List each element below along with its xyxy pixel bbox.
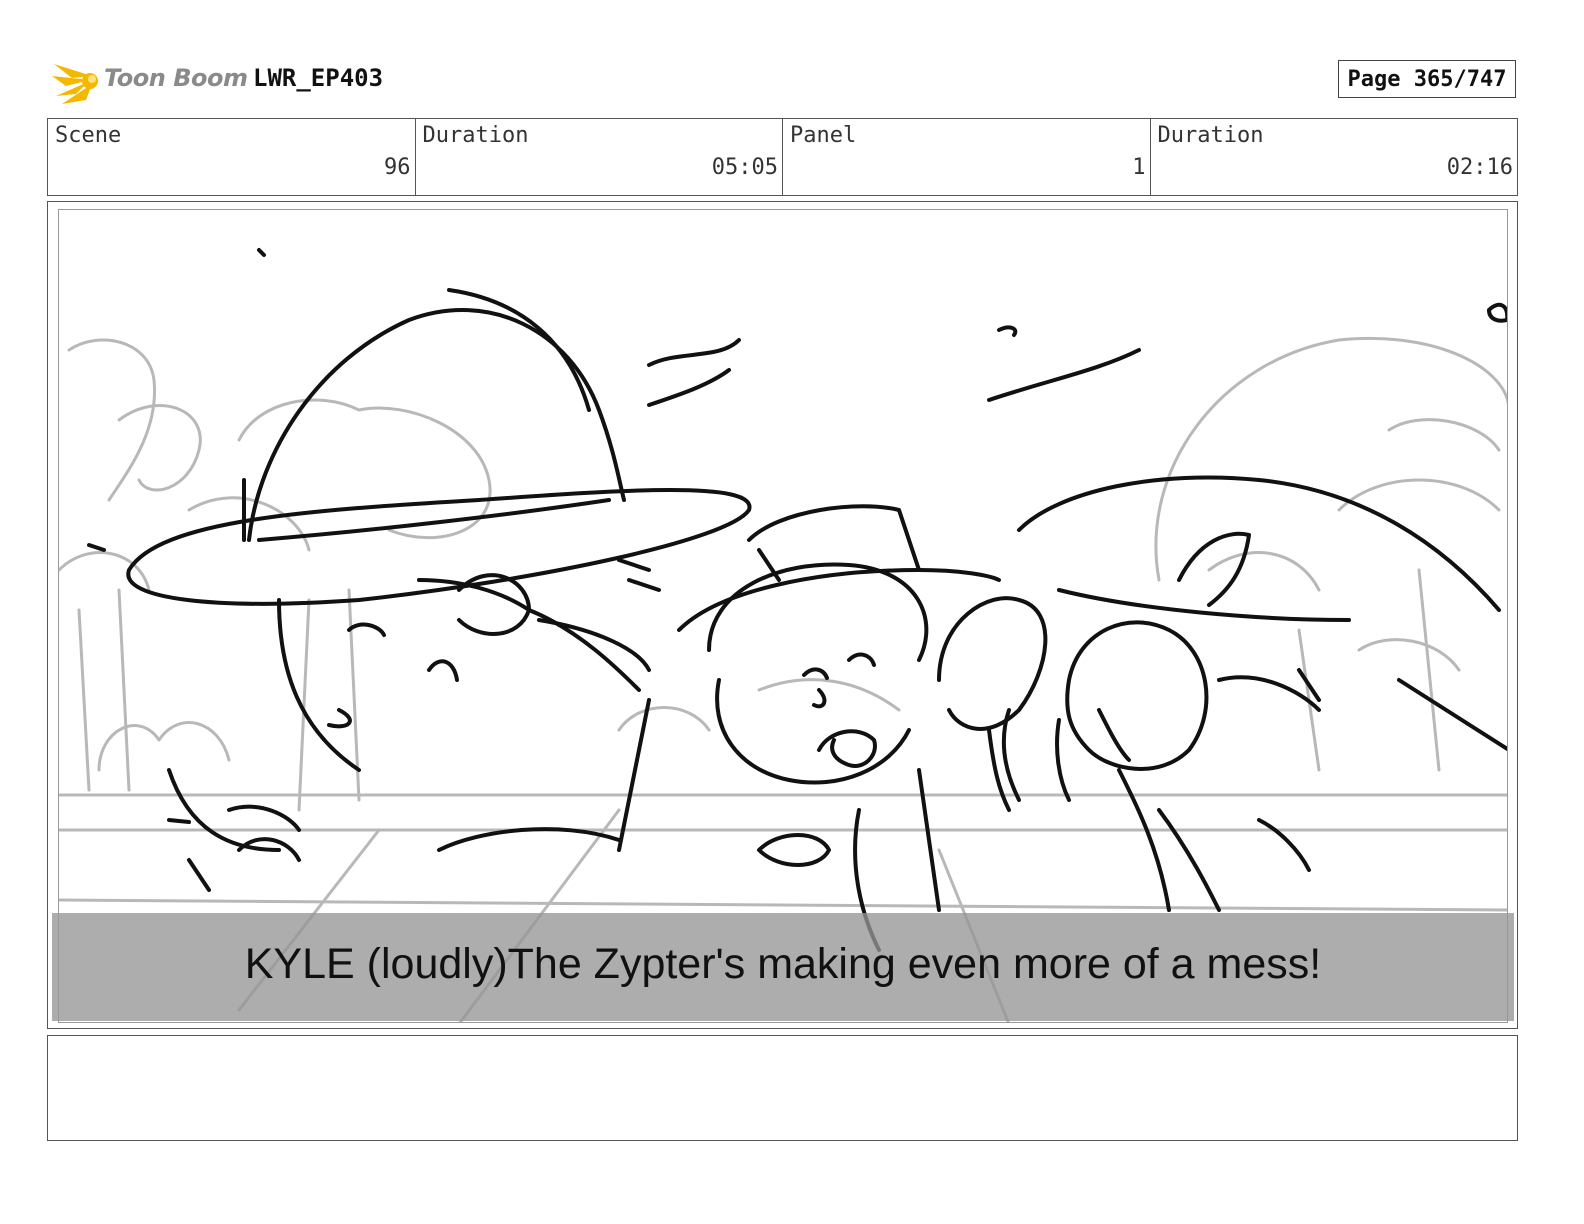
scene-duration-cell: Duration 05:05	[416, 119, 783, 195]
info-table: Scene 96 Duration 05:05 Panel 1 Duration…	[47, 118, 1518, 196]
project-title: LWR_EP403	[253, 64, 384, 92]
panel-label: Panel	[790, 123, 857, 148]
scene-duration-value: 05:05	[711, 155, 778, 180]
panel-cell: Panel 1	[783, 119, 1151, 195]
scene-cell: Scene 96	[48, 119, 416, 195]
panel-duration-value: 02:16	[1446, 155, 1513, 180]
logo-text: Toon Boom	[104, 64, 248, 92]
storyboard-sketch	[59, 248, 1507, 1022]
panel-duration-label: Duration	[1157, 123, 1264, 148]
page-indicator: Page 365/747	[1338, 60, 1516, 98]
notes-box	[47, 1035, 1518, 1141]
panel-value: 1	[1132, 155, 1146, 180]
panel-duration-cell: Duration 02:16	[1151, 119, 1518, 195]
scene-label: Scene	[55, 123, 122, 148]
dialogue-caption: KYLE (loudly)The Zypter's making even mo…	[244, 940, 1322, 988]
scene-duration-label: Duration	[422, 123, 529, 148]
scene-value: 96	[384, 155, 411, 180]
storyboard-panel	[58, 209, 1508, 1023]
